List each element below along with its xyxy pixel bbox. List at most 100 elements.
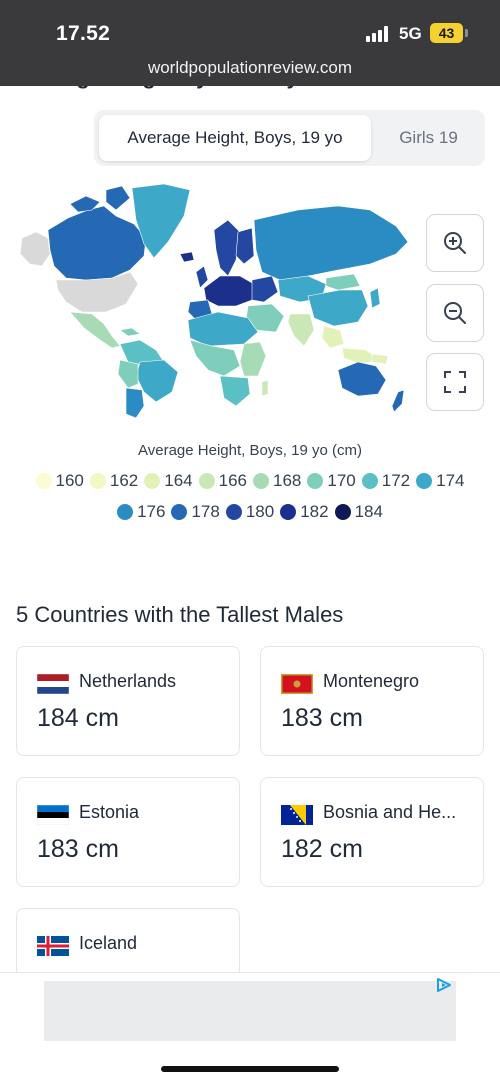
country-card[interactable]: Netherlands 184 cm [16, 646, 240, 756]
height-tabs: Average Height, Boys, 19 yo Girls 19 [94, 110, 485, 166]
map-region-uk[interactable] [195, 265, 209, 289]
legend-swatch [334, 504, 351, 520]
map-region-east-africa[interactable] [239, 341, 267, 377]
legend-item: 182 [280, 502, 329, 522]
legend-item: 174 [416, 471, 465, 491]
map-region-eastern-europe[interactable] [251, 275, 279, 303]
map-region-finland[interactable] [235, 227, 255, 265]
battery-tip [465, 29, 468, 37]
map-region-mexico[interactable] [69, 311, 121, 349]
map-region-madagascar[interactable] [261, 379, 269, 397]
map-region-india[interactable] [287, 313, 315, 347]
fullscreen-button[interactable] [426, 353, 484, 411]
legend-item: 166 [198, 471, 247, 491]
legend-swatch [416, 473, 433, 489]
map-region-iceland[interactable] [179, 251, 195, 263]
map-region-southeast-asia[interactable] [321, 325, 345, 349]
country-name: Montenegro [323, 671, 420, 691]
map-region-canada[interactable] [47, 205, 147, 281]
legend-swatch [225, 504, 242, 520]
legend-swatch [253, 473, 269, 489]
legend-label: 184 [354, 502, 383, 521]
country-height: 183 cm [37, 835, 119, 863]
legend-item: 168 [253, 471, 301, 491]
section-title: 5 Countries with the Tallest Males [16, 602, 344, 627]
country-name: Bosnia and He... [323, 802, 457, 822]
montenegro-flag [281, 674, 313, 694]
country-height: 182 cm [281, 835, 363, 863]
tab-girls[interactable]: Girls 19 [377, 115, 480, 161]
legend-label: 162 [109, 471, 139, 490]
map-region-alaska[interactable] [19, 231, 51, 267]
legend-swatch [117, 504, 134, 520]
legend-label: 172 [381, 471, 411, 490]
ad-content[interactable] [44, 981, 456, 1041]
legend-label: 182 [300, 502, 329, 521]
map-region-southern-africa[interactable] [219, 375, 251, 407]
choropleth-map[interactable] [8, 180, 424, 420]
legend-swatch [144, 473, 161, 489]
legend-label: 160 [55, 471, 84, 490]
tab-boys[interactable]: Average Height, Boys, 19 yo [99, 115, 371, 161]
iceland-flag [37, 936, 69, 956]
map-region-new-zealand[interactable] [391, 389, 405, 413]
map-region-australia[interactable] [337, 361, 387, 397]
zoom-out-icon [444, 302, 466, 324]
legend-row-1: 160 162 164 166 168 170 172 174 [0, 471, 500, 491]
country-name: Estonia [79, 802, 140, 822]
map-region-japan[interactable] [369, 287, 381, 309]
legend-item: 184 [334, 502, 383, 522]
map-region-europe[interactable] [203, 275, 255, 307]
legend-label: 174 [436, 471, 465, 490]
signal-icon [366, 26, 392, 42]
legend-item: 176 [117, 502, 165, 522]
battery-icon: 43 [430, 23, 463, 43]
map-region-mongolia[interactable] [325, 273, 361, 291]
legend-item: 160 [35, 471, 84, 491]
map-region-arctic-east[interactable] [105, 185, 131, 211]
legend-label: 166 [218, 471, 247, 490]
legend-label: 168 [273, 471, 302, 490]
legend-swatch [171, 504, 188, 520]
legend-swatch [307, 473, 324, 489]
country-height: 183 cm [281, 704, 363, 732]
country-name: Iceland [79, 933, 138, 953]
country-card[interactable]: Estonia 183 cm [16, 777, 240, 887]
address-bar[interactable]: worldpopulationreview.com [0, 58, 500, 78]
legend-item: 178 [171, 502, 220, 522]
legend-label: 180 [245, 502, 275, 521]
map-region-scandinavia[interactable] [213, 219, 241, 277]
clock: 17.52 [56, 22, 111, 45]
country-name: Netherlands [79, 671, 177, 691]
map-region-caribbean[interactable] [119, 327, 141, 337]
legend-title: Average Height, Boys, 19 yo (cm) [138, 442, 362, 459]
legend-swatch [89, 473, 106, 489]
legend-label: 176 [137, 502, 166, 521]
legend-label: 178 [191, 502, 220, 521]
legend-swatch [280, 504, 297, 520]
adchoices-icon[interactable] [434, 977, 454, 993]
legend-item: 170 [307, 471, 356, 491]
legend-item: 172 [361, 471, 411, 491]
country-card[interactable]: Bosnia and He... 182 cm [260, 777, 484, 887]
legend-label: 170 [327, 471, 356, 490]
legend-swatch [361, 473, 378, 489]
world-map[interactable] [8, 180, 424, 420]
map-region-peru[interactable] [117, 359, 139, 389]
map-region-china[interactable] [307, 289, 369, 327]
estonia-flag [37, 805, 69, 825]
map-region-argentina[interactable] [125, 387, 145, 419]
legend-swatch [35, 473, 52, 489]
zoom-out-button[interactable] [426, 284, 484, 342]
zoom-in-button[interactable] [426, 214, 484, 272]
netherlands-flag [37, 674, 69, 694]
map-region-russia[interactable] [253, 205, 409, 281]
bosnia-flag [281, 805, 313, 825]
map-region-papua[interactable] [371, 353, 389, 365]
country-card[interactable]: Montenegro 183 cm [260, 646, 484, 756]
home-indicator[interactable] [161, 1066, 339, 1072]
zoom-in-icon [444, 232, 466, 254]
country-height: 184 cm [37, 704, 119, 732]
legend-item: 162 [89, 471, 139, 491]
legend-swatch [198, 473, 215, 489]
